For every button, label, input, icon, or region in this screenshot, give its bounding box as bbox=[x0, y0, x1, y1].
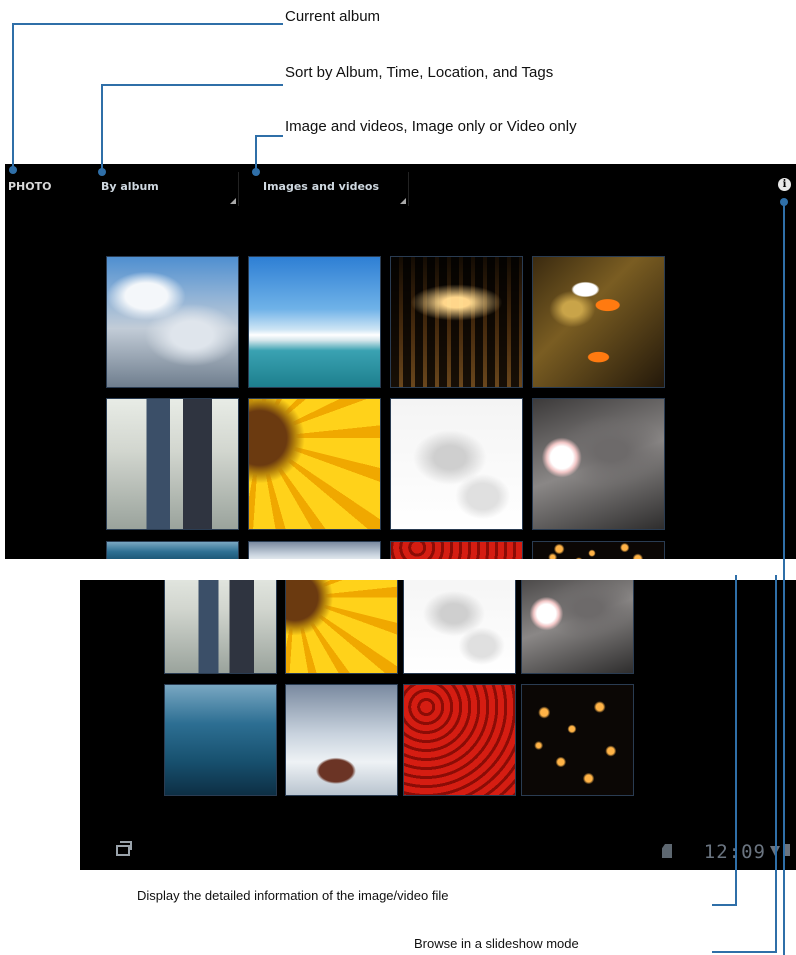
grid-tile-couple-walking[interactable] bbox=[106, 398, 239, 530]
grid-tile-rock-in-water[interactable] bbox=[285, 684, 398, 796]
status-clock: 12:09 bbox=[703, 841, 766, 863]
grid-tile-harbor-boat[interactable] bbox=[248, 256, 381, 388]
wifi-signal-icon bbox=[770, 846, 780, 856]
grid-tile-rock-in-water-partial[interactable] bbox=[248, 541, 381, 559]
action-bar: PHOTO By album Images and videos i bbox=[5, 164, 796, 208]
dropdown-arrow-icon bbox=[400, 198, 406, 204]
sort-dropdown[interactable]: By album bbox=[97, 172, 239, 206]
dropdown-arrow-icon bbox=[230, 198, 236, 204]
system-bar: 12:09 bbox=[80, 840, 796, 870]
grid-tile-blue-lake[interactable] bbox=[164, 684, 277, 796]
grid-tile-sleeping-cat[interactable] bbox=[403, 580, 516, 674]
info-icon[interactable]: i bbox=[778, 178, 791, 191]
callout-slideshow: Browse in a slideshow mode bbox=[414, 936, 579, 951]
grid-tile-red-pattern[interactable] bbox=[403, 684, 516, 796]
media-type-dropdown[interactable]: Images and videos bbox=[259, 172, 409, 206]
grid-tile-couple-walking[interactable] bbox=[164, 580, 277, 674]
grid-tile-blue-lake-partial[interactable] bbox=[106, 541, 239, 559]
battery-icon bbox=[785, 844, 790, 856]
grid-tile-clownfish[interactable] bbox=[532, 256, 665, 388]
current-album-label: PHOTO bbox=[8, 180, 52, 193]
grid-tile-red-pattern-partial[interactable] bbox=[390, 541, 523, 559]
gallery-screen-bottom: 12:09 bbox=[80, 580, 796, 870]
grid-tile-sky-lanterns-partial[interactable] bbox=[532, 541, 665, 559]
grid-tile-sunflower[interactable] bbox=[285, 580, 398, 674]
leader-line-current-album bbox=[12, 23, 283, 170]
gallery-screen-top: PHOTO By album Images and videos i bbox=[5, 164, 796, 559]
leader-line-sort-by bbox=[101, 84, 283, 172]
grid-tile-sky-clouds[interactable] bbox=[106, 256, 239, 388]
grid-tile-sleeping-cat[interactable] bbox=[390, 398, 523, 530]
callout-media-filter: Image and videos, Image only or Video on… bbox=[285, 118, 577, 135]
callout-details: Display the detailed information of the … bbox=[137, 888, 449, 903]
grid-tile-white-blossom[interactable] bbox=[532, 398, 665, 530]
media-type-dropdown-value: Images and videos bbox=[263, 180, 380, 193]
grid-tile-white-blossom[interactable] bbox=[521, 580, 634, 674]
grid-tile-sky-lanterns[interactable] bbox=[521, 684, 634, 796]
callout-current-album: Current album bbox=[285, 8, 381, 25]
recent-apps-icon[interactable] bbox=[116, 841, 132, 856]
grid-tile-sunflower[interactable] bbox=[248, 398, 381, 530]
grid-tile-lit-building[interactable] bbox=[390, 256, 523, 388]
sd-card-icon bbox=[662, 844, 672, 858]
callout-sort-by: Sort by Album, Time, Location, and Tags bbox=[285, 64, 554, 81]
sort-dropdown-value: By album bbox=[101, 180, 159, 193]
